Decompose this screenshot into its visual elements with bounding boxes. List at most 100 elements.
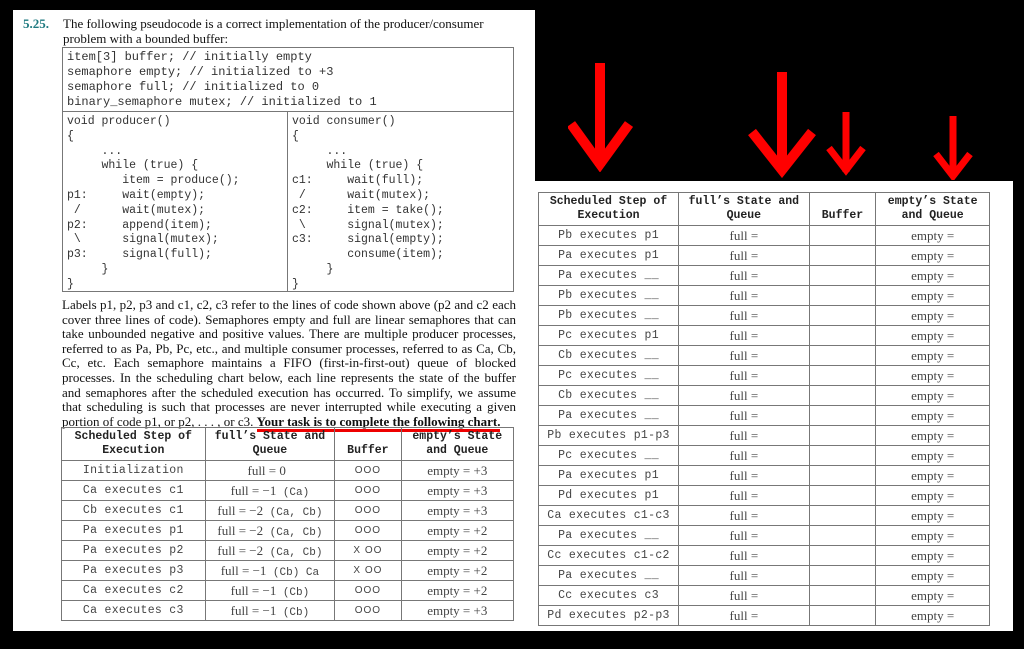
step-cell: Initialization: [61, 460, 206, 481]
empty-state-cell[interactable]: empty =: [875, 245, 990, 266]
full-state-cell[interactable]: full =: [678, 565, 810, 586]
buffer-cell[interactable]: [808, 505, 877, 526]
empty-state-cell[interactable]: empty =: [875, 525, 990, 546]
empty-state-cell[interactable]: empty =: [875, 405, 990, 426]
empty-state-cell: empty = +2: [400, 580, 515, 601]
buffer-cell[interactable]: [808, 265, 877, 286]
empty-state-cell[interactable]: empty =: [875, 305, 990, 326]
empty-state-cell[interactable]: empty =: [875, 365, 990, 386]
table-row: Ca executes c2 full = −1 (Cb) OOO empty = +…: [61, 580, 515, 601]
step-cell: Ca executes c3: [61, 600, 206, 621]
empty-state-cell: empty = +3: [400, 600, 515, 621]
full-state-cell: full = −1 (Cb) Ca: [204, 560, 336, 581]
buffer-cell[interactable]: [808, 325, 877, 346]
full-state-cell[interactable]: full =: [678, 405, 810, 426]
empty-state-cell[interactable]: empty =: [875, 225, 990, 246]
step-cell: Pa executes p1: [537, 465, 680, 486]
step-cell: Pd executes p1: [537, 485, 680, 506]
table-row: Pd executes p2-p3 full = empty =: [537, 605, 990, 626]
step-cell: Cb executes __: [537, 385, 680, 406]
empty-state-cell[interactable]: empty =: [875, 565, 990, 586]
table-row: Cb executes __ full = empty =: [537, 385, 990, 406]
full-state-cell[interactable]: full =: [678, 365, 810, 386]
full-state-cell[interactable]: full =: [678, 345, 810, 366]
header-text: Queue: [252, 444, 288, 457]
full-state-cell: full = −2 (Ca, Cb): [204, 540, 336, 561]
header-full: full’s State and Queue: [678, 192, 810, 226]
buffer-cell[interactable]: [808, 225, 877, 246]
full-state-cell[interactable]: full =: [678, 605, 810, 626]
empty-state-cell[interactable]: empty =: [875, 345, 990, 366]
buffer-cell[interactable]: [808, 385, 877, 406]
full-state-cell[interactable]: full =: [678, 445, 810, 466]
buffer-cell[interactable]: [808, 465, 877, 486]
step-cell: Pa executes __: [537, 405, 680, 426]
buffer-cell[interactable]: [808, 545, 877, 566]
buffer-cell: X OO: [334, 560, 402, 581]
empty-state-cell[interactable]: empty =: [875, 485, 990, 506]
buffer-cell[interactable]: [808, 305, 877, 326]
full-state-cell[interactable]: full =: [678, 485, 810, 506]
full-state-cell[interactable]: full =: [678, 325, 810, 346]
table-row: Pd executes p1 full = empty =: [537, 485, 990, 506]
buffer-cell[interactable]: [808, 485, 877, 506]
code-line: semaphore empty; // initialized to +3: [67, 65, 334, 79]
code-line: }: [67, 262, 109, 276]
empty-state-cell[interactable]: empty =: [875, 545, 990, 566]
buffer-cell[interactable]: [808, 445, 877, 466]
code-line: void producer(): [67, 115, 171, 128]
full-state-cell[interactable]: full =: [678, 525, 810, 546]
step-cell: Pc executes __: [537, 445, 680, 466]
full-value: full = −2: [217, 542, 264, 558]
buffer-cell: OOO: [334, 500, 402, 521]
empty-state-cell[interactable]: empty =: [875, 265, 990, 286]
code-line: }: [67, 277, 74, 291]
buffer-cell[interactable]: [808, 405, 877, 426]
empty-state-cell[interactable]: empty =: [875, 325, 990, 346]
empty-state-cell[interactable]: empty =: [875, 425, 990, 446]
step-cell: Pa executes __: [537, 265, 680, 286]
full-state-cell[interactable]: full =: [678, 245, 810, 266]
empty-state-cell[interactable]: empty =: [875, 605, 990, 626]
full-state-cell: full = −2 (Ca, Cb): [204, 500, 336, 521]
empty-state-cell[interactable]: empty =: [875, 465, 990, 486]
code-line: while (true) {: [292, 159, 424, 173]
full-value: full = −1: [230, 602, 277, 618]
buffer-cell[interactable]: [808, 605, 877, 626]
full-state-cell[interactable]: full =: [678, 545, 810, 566]
empty-state-cell[interactable]: empty =: [875, 385, 990, 406]
full-state-cell[interactable]: full =: [678, 225, 810, 246]
buffer-cell: OOO: [334, 600, 402, 621]
full-state-cell[interactable]: full =: [678, 305, 810, 326]
full-state-cell[interactable]: full =: [678, 585, 810, 606]
empty-state-cell[interactable]: empty =: [875, 285, 990, 306]
full-state-cell[interactable]: full =: [678, 465, 810, 486]
code-line: / wait(mutex);: [292, 188, 431, 202]
full-state-cell[interactable]: full =: [678, 385, 810, 406]
buffer-cell[interactable]: [808, 585, 877, 606]
full-state-cell[interactable]: full =: [678, 265, 810, 286]
header-step: Scheduled Step of Execution: [537, 192, 680, 226]
table-row: Pa executes __ full = empty =: [537, 525, 990, 546]
buffer-cell: OOO: [334, 460, 402, 481]
buffer-cell[interactable]: [808, 345, 877, 366]
question-number: 5.25.: [23, 16, 49, 31]
full-state-cell[interactable]: full =: [678, 285, 810, 306]
buffer-cell[interactable]: [808, 425, 877, 446]
empty-state-cell[interactable]: empty =: [875, 445, 990, 466]
buffer-cell[interactable]: [808, 285, 877, 306]
code-line: / wait(mutex);: [67, 203, 206, 217]
consumer-code: void consumer(){ ... while (true) {c1: w…: [288, 112, 514, 292]
full-value: full = −2: [217, 502, 264, 518]
empty-state-cell[interactable]: empty =: [875, 585, 990, 606]
header-text: and Queue: [901, 209, 964, 222]
buffer-cell[interactable]: [808, 245, 877, 266]
full-state-cell[interactable]: full =: [678, 505, 810, 526]
buffer-cell[interactable]: [808, 525, 877, 546]
buffer-cell[interactable]: [808, 565, 877, 586]
full-queue: (Cb): [282, 586, 310, 599]
empty-state-cell[interactable]: empty =: [875, 505, 990, 526]
full-state-cell[interactable]: full =: [678, 425, 810, 446]
buffer-cell[interactable]: [808, 365, 877, 386]
code-line: }: [292, 262, 334, 276]
